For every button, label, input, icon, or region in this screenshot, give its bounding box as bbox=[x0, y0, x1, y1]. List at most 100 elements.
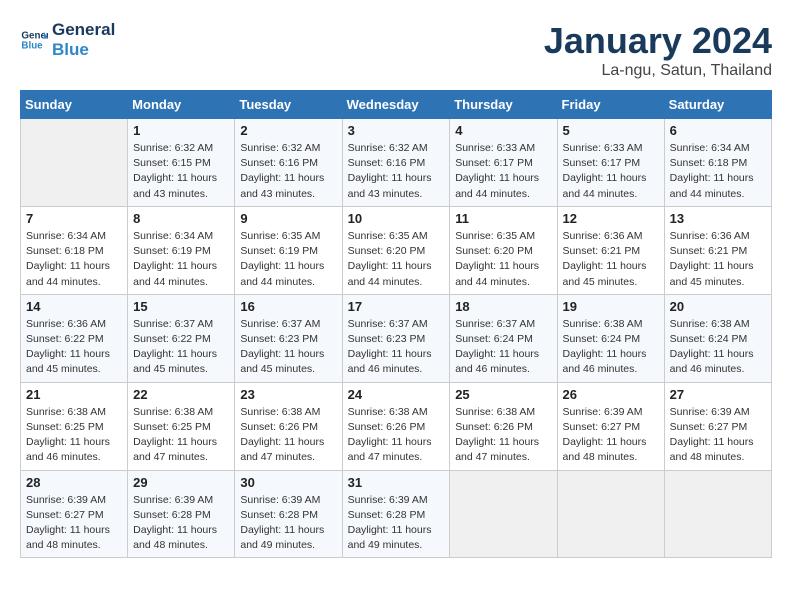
day-number: 26 bbox=[563, 387, 659, 402]
day-info: Sunrise: 6:38 AMSunset: 6:26 PMDaylight:… bbox=[348, 405, 445, 466]
day-number: 14 bbox=[26, 299, 122, 314]
calendar-table: SundayMondayTuesdayWednesdayThursdayFrid… bbox=[20, 90, 772, 558]
logo: General Blue General Blue bbox=[20, 20, 115, 59]
day-info: Sunrise: 6:37 AMSunset: 6:24 PMDaylight:… bbox=[455, 317, 551, 378]
calendar-cell: 27 Sunrise: 6:39 AMSunset: 6:27 PMDayligh… bbox=[664, 382, 771, 470]
calendar-cell: 22 Sunrise: 6:38 AMSunset: 6:25 PMDayligh… bbox=[128, 382, 235, 470]
day-number: 24 bbox=[348, 387, 445, 402]
calendar-cell: 12Sunrise: 6:36 AMSunset: 6:21 PMDayligh… bbox=[557, 206, 664, 294]
day-info: Sunrise: 6:38 AMSunset: 6:26 PMDaylight:… bbox=[240, 405, 336, 466]
day-number: 25 bbox=[455, 387, 551, 402]
calendar-cell: 23Sunrise: 6:38 AMSunset: 6:26 PMDayligh… bbox=[235, 382, 342, 470]
day-number: 1 bbox=[133, 123, 229, 138]
day-number: 18 bbox=[455, 299, 551, 314]
day-info: Sunrise: 6:35 AMSunset: 6:20 PMDaylight:… bbox=[348, 229, 445, 290]
week-row-3: 14Sunrise: 6:36 AMSunset: 6:22 PMDayligh… bbox=[21, 294, 772, 382]
calendar-cell: 24 Sunrise: 6:38 AMSunset: 6:26 PMDayligh… bbox=[342, 382, 450, 470]
day-number: 6 bbox=[670, 123, 766, 138]
header-saturday: Saturday bbox=[664, 91, 771, 119]
day-info: Sunrise: 6:33 AMSunset: 6:17 PMDaylight:… bbox=[563, 141, 659, 202]
day-number: 13 bbox=[670, 211, 766, 226]
day-number: 31 bbox=[348, 475, 445, 490]
calendar-cell bbox=[450, 470, 557, 558]
day-info: Sunrise: 6:35 AMSunset: 6:19 PMDaylight:… bbox=[240, 229, 336, 290]
day-number: 20 bbox=[670, 299, 766, 314]
calendar-cell: 18 Sunrise: 6:37 AMSunset: 6:24 PMDayligh… bbox=[450, 294, 557, 382]
calendar-cell: 7 Sunrise: 6:34 AMSunset: 6:18 PMDaylight… bbox=[21, 206, 128, 294]
calendar-cell: 4 Sunrise: 6:33 AMSunset: 6:17 PMDaylight… bbox=[450, 119, 557, 207]
day-number: 19 bbox=[563, 299, 659, 314]
day-number: 8 bbox=[133, 211, 229, 226]
day-info: Sunrise: 6:38 AMSunset: 6:25 PMDaylight:… bbox=[26, 405, 122, 466]
day-info: Sunrise: 6:39 AMSunset: 6:27 PMDaylight:… bbox=[670, 405, 766, 466]
logo-icon: General Blue bbox=[20, 26, 48, 54]
calendar-cell: 1 Sunrise: 6:32 AMSunset: 6:15 PMDaylight… bbox=[128, 119, 235, 207]
calendar-cell: 29 Sunrise: 6:39 AMSunset: 6:28 PMDayligh… bbox=[128, 470, 235, 558]
day-number: 15 bbox=[133, 299, 229, 314]
day-number: 9 bbox=[240, 211, 336, 226]
day-number: 29 bbox=[133, 475, 229, 490]
header-thursday: Thursday bbox=[450, 91, 557, 119]
day-info: Sunrise: 6:34 AMSunset: 6:18 PMDaylight:… bbox=[26, 229, 122, 290]
calendar-cell: 28 Sunrise: 6:39 AMSunset: 6:27 PMDayligh… bbox=[21, 470, 128, 558]
week-row-4: 21 Sunrise: 6:38 AMSunset: 6:25 PMDayligh… bbox=[21, 382, 772, 470]
day-info: Sunrise: 6:39 AMSunset: 6:28 PMDaylight:… bbox=[240, 493, 336, 554]
calendar-cell: 17 Sunrise: 6:37 AMSunset: 6:23 PMDayligh… bbox=[342, 294, 450, 382]
day-number: 30 bbox=[240, 475, 336, 490]
day-info: Sunrise: 6:39 AMSunset: 6:27 PMDaylight:… bbox=[26, 493, 122, 554]
day-number: 17 bbox=[348, 299, 445, 314]
day-info: Sunrise: 6:39 AMSunset: 6:28 PMDaylight:… bbox=[348, 493, 445, 554]
calendar-cell: 13 Sunrise: 6:36 AMSunset: 6:21 PMDayligh… bbox=[664, 206, 771, 294]
day-number: 21 bbox=[26, 387, 122, 402]
day-info: Sunrise: 6:35 AMSunset: 6:20 PMDaylight:… bbox=[455, 229, 551, 290]
title-block: January 2024 La-ngu, Satun, Thailand bbox=[544, 20, 772, 80]
calendar-cell: 30 Sunrise: 6:39 AMSunset: 6:28 PMDayligh… bbox=[235, 470, 342, 558]
svg-text:Blue: Blue bbox=[21, 40, 43, 51]
day-info: Sunrise: 6:39 AMSunset: 6:28 PMDaylight:… bbox=[133, 493, 229, 554]
day-info: Sunrise: 6:37 AMSunset: 6:23 PMDaylight:… bbox=[348, 317, 445, 378]
day-info: Sunrise: 6:39 AMSunset: 6:27 PMDaylight:… bbox=[563, 405, 659, 466]
day-number: 10 bbox=[348, 211, 445, 226]
calendar-cell: 15 Sunrise: 6:37 AMSunset: 6:22 PMDayligh… bbox=[128, 294, 235, 382]
logo-blue: Blue bbox=[52, 40, 115, 60]
day-info: Sunrise: 6:36 AMSunset: 6:21 PMDaylight:… bbox=[563, 229, 659, 290]
day-number: 28 bbox=[26, 475, 122, 490]
calendar-cell: 5 Sunrise: 6:33 AMSunset: 6:17 PMDaylight… bbox=[557, 119, 664, 207]
day-number: 7 bbox=[26, 211, 122, 226]
week-row-2: 7 Sunrise: 6:34 AMSunset: 6:18 PMDaylight… bbox=[21, 206, 772, 294]
day-number: 16 bbox=[240, 299, 336, 314]
calendar-cell: 8Sunrise: 6:34 AMSunset: 6:19 PMDaylight… bbox=[128, 206, 235, 294]
calendar-header-row: SundayMondayTuesdayWednesdayThursdayFrid… bbox=[21, 91, 772, 119]
header-friday: Friday bbox=[557, 91, 664, 119]
day-info: Sunrise: 6:37 AMSunset: 6:22 PMDaylight:… bbox=[133, 317, 229, 378]
calendar-cell: 20 Sunrise: 6:38 AMSunset: 6:24 PMDayligh… bbox=[664, 294, 771, 382]
calendar-cell: 19Sunrise: 6:38 AMSunset: 6:24 PMDayligh… bbox=[557, 294, 664, 382]
calendar-cell: 9 Sunrise: 6:35 AMSunset: 6:19 PMDaylight… bbox=[235, 206, 342, 294]
day-info: Sunrise: 6:34 AMSunset: 6:18 PMDaylight:… bbox=[670, 141, 766, 202]
day-number: 2 bbox=[240, 123, 336, 138]
calendar-cell: 2 Sunrise: 6:32 AMSunset: 6:16 PMDaylight… bbox=[235, 119, 342, 207]
calendar-cell: 26 Sunrise: 6:39 AMSunset: 6:27 PMDayligh… bbox=[557, 382, 664, 470]
calendar-cell: 25Sunrise: 6:38 AMSunset: 6:26 PMDayligh… bbox=[450, 382, 557, 470]
calendar-cell: 3Sunrise: 6:32 AMSunset: 6:16 PMDaylight… bbox=[342, 119, 450, 207]
day-number: 27 bbox=[670, 387, 766, 402]
calendar-cell: 6 Sunrise: 6:34 AMSunset: 6:18 PMDaylight… bbox=[664, 119, 771, 207]
header-monday: Monday bbox=[128, 91, 235, 119]
day-number: 3 bbox=[348, 123, 445, 138]
calendar-cell bbox=[557, 470, 664, 558]
calendar-cell: 11 Sunrise: 6:35 AMSunset: 6:20 PMDayligh… bbox=[450, 206, 557, 294]
month-title: January 2024 bbox=[544, 20, 772, 62]
header-wednesday: Wednesday bbox=[342, 91, 450, 119]
day-info: Sunrise: 6:36 AMSunset: 6:21 PMDaylight:… bbox=[670, 229, 766, 290]
day-info: Sunrise: 6:38 AMSunset: 6:24 PMDaylight:… bbox=[670, 317, 766, 378]
calendar-cell bbox=[664, 470, 771, 558]
day-number: 22 bbox=[133, 387, 229, 402]
day-number: 11 bbox=[455, 211, 551, 226]
day-info: Sunrise: 6:33 AMSunset: 6:17 PMDaylight:… bbox=[455, 141, 551, 202]
day-info: Sunrise: 6:32 AMSunset: 6:15 PMDaylight:… bbox=[133, 141, 229, 202]
day-info: Sunrise: 6:38 AMSunset: 6:25 PMDaylight:… bbox=[133, 405, 229, 466]
day-number: 4 bbox=[455, 123, 551, 138]
day-number: 5 bbox=[563, 123, 659, 138]
week-row-5: 28 Sunrise: 6:39 AMSunset: 6:27 PMDayligh… bbox=[21, 470, 772, 558]
day-info: Sunrise: 6:32 AMSunset: 6:16 PMDaylight:… bbox=[240, 141, 336, 202]
